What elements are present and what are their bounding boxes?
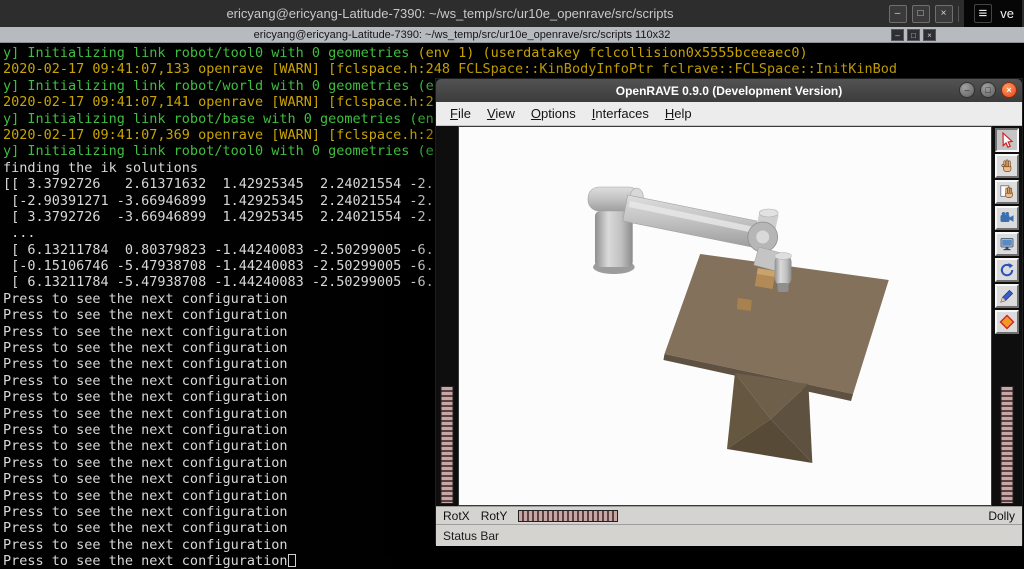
3d-viewport[interactable] bbox=[458, 126, 992, 506]
close-button[interactable]: × bbox=[1001, 82, 1017, 98]
openrave-menubar: File View Options Interfaces Help bbox=[436, 102, 1022, 126]
status-bar: Status Bar bbox=[436, 524, 1022, 546]
rotx-thumbwheel[interactable] bbox=[440, 386, 454, 504]
panel-corner-text: ve bbox=[1000, 6, 1014, 21]
viewer-left-strip bbox=[436, 126, 458, 506]
diamond-tool-button[interactable] bbox=[995, 310, 1019, 334]
viewer-controls-bar: RotX RotY Dolly bbox=[436, 506, 1022, 524]
roty-label: RotY bbox=[480, 508, 508, 523]
menu-item-options[interactable]: Options bbox=[523, 103, 584, 124]
hand-icon bbox=[999, 158, 1015, 174]
rotate-icon bbox=[999, 262, 1015, 278]
openrave-window-buttons: – □ × bbox=[959, 82, 1017, 98]
pen-icon bbox=[999, 288, 1015, 304]
pointer-icon bbox=[999, 132, 1015, 148]
hand-page-icon bbox=[999, 184, 1015, 200]
openrave-window: OpenRAVE 0.9.0 (Development Version) – □… bbox=[435, 78, 1023, 546]
roty-thumbwheel[interactable] bbox=[518, 509, 619, 522]
terminal-cursor bbox=[288, 554, 297, 568]
dolly-label: Dolly bbox=[988, 508, 1015, 523]
monitor-tool-button[interactable] bbox=[995, 232, 1019, 256]
openrave-titlebar[interactable]: OpenRAVE 0.9.0 (Development Version) – □… bbox=[436, 79, 1022, 102]
viewer-right-strip bbox=[992, 126, 1022, 506]
pointer-tool-button[interactable] bbox=[995, 128, 1019, 152]
openrave-viewer-area bbox=[436, 126, 1022, 506]
dolly-thumbwheel[interactable] bbox=[1000, 386, 1014, 504]
terminal-line: y] Initializing link robot/tool0 with 0 … bbox=[3, 45, 808, 61]
panel-corner-chip: ≡ ve bbox=[963, 0, 1022, 27]
hamburger-menu-icon[interactable]: ≡ bbox=[973, 4, 993, 23]
diamond-icon bbox=[999, 314, 1015, 330]
terminal-close-button[interactable]: × bbox=[923, 28, 936, 41]
hand-tool-button[interactable] bbox=[995, 154, 1019, 178]
top-panel: ericyang@ericyang-Latitude-7390: ~/ws_te… bbox=[0, 0, 1024, 27]
panel-separator bbox=[957, 5, 959, 22]
rotate-tool-button[interactable] bbox=[995, 258, 1019, 282]
openrave-window-title: OpenRAVE 0.9.0 (Development Version) bbox=[615, 83, 843, 98]
maximize-button[interactable]: □ bbox=[980, 82, 996, 98]
menu-item-interfaces[interactable]: Interfaces bbox=[584, 103, 657, 124]
terminal-titlebar[interactable]: ericyang@ericyang-Latitude-7390: ~/ws_te… bbox=[0, 27, 1024, 43]
panel-close-button[interactable]: × bbox=[934, 4, 953, 23]
terminal-title: ericyang@ericyang-Latitude-7390: ~/ws_te… bbox=[253, 28, 671, 41]
viewer-toolbar bbox=[995, 128, 1019, 334]
hand-page-tool-button[interactable] bbox=[995, 180, 1019, 204]
menu-item-view[interactable]: View bbox=[479, 103, 523, 124]
camera-icon bbox=[999, 210, 1015, 226]
terminal-minimize-button[interactable]: – bbox=[891, 28, 904, 41]
camera-tool-button[interactable] bbox=[995, 206, 1019, 230]
panel-window-title: ericyang@ericyang-Latitude-7390: ~/ws_te… bbox=[226, 6, 674, 21]
desktop: ericyang@ericyang-Latitude-7390: ~/ws_te… bbox=[0, 0, 1024, 569]
terminal-maximize-button[interactable]: □ bbox=[907, 28, 920, 41]
menu-item-help[interactable]: Help bbox=[657, 103, 700, 124]
monitor-icon bbox=[999, 236, 1015, 252]
panel-maximize-button[interactable]: □ bbox=[911, 4, 930, 23]
minimize-button[interactable]: – bbox=[959, 82, 975, 98]
robot-scene bbox=[587, 186, 889, 463]
terminal-line: Press to see the next configuration bbox=[3, 553, 1024, 569]
terminal-line: 2020-02-17 09:41:07,133 openrave [WARN] … bbox=[3, 61, 898, 78]
menu-item-file[interactable]: File bbox=[442, 103, 479, 124]
pen-tool-button[interactable] bbox=[995, 284, 1019, 308]
rotx-label: RotX bbox=[443, 508, 470, 523]
terminal-titlebar-buttons: – □ × bbox=[891, 28, 936, 41]
panel-right-controls: – □ × ≡ ve bbox=[888, 0, 1024, 27]
panel-minimize-button[interactable]: – bbox=[888, 4, 907, 23]
